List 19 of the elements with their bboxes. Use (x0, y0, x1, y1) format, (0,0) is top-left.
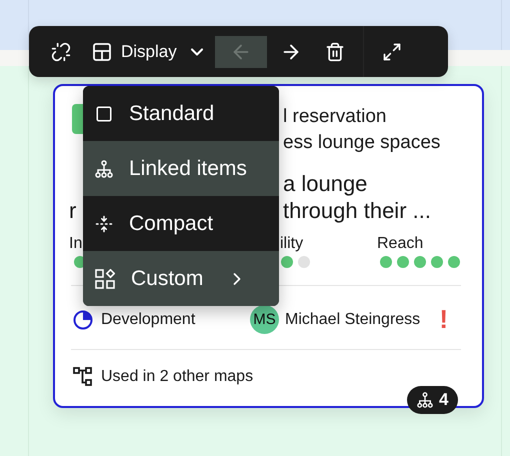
card-title: ess lounge spaces (283, 131, 442, 155)
metric-label: ility (280, 236, 304, 252)
card-title: l reservation (283, 105, 388, 129)
owner-name: Michael Steingress (285, 310, 420, 328)
card-description: through their ... (283, 197, 431, 224)
menu-item[interactable]: Standard (83, 86, 279, 141)
display-dropdown[interactable]: Display (85, 36, 211, 68)
metric-label: In (69, 236, 84, 252)
linked-count-badge[interactable]: 4 (407, 386, 458, 414)
card-description: r (69, 197, 76, 224)
status-label: Development (101, 310, 196, 328)
usage-text: Used in 2 other maps (101, 368, 254, 386)
menu-item[interactable]: Custom (83, 251, 279, 306)
card-description: a lounge (283, 170, 368, 197)
avatar: MS (250, 305, 279, 334)
menu-item[interactable]: Compact (83, 196, 279, 251)
metric-label: Reach (377, 236, 424, 252)
menu-item[interactable]: Linked items (83, 141, 279, 196)
priority-mark: ! (439, 304, 448, 335)
